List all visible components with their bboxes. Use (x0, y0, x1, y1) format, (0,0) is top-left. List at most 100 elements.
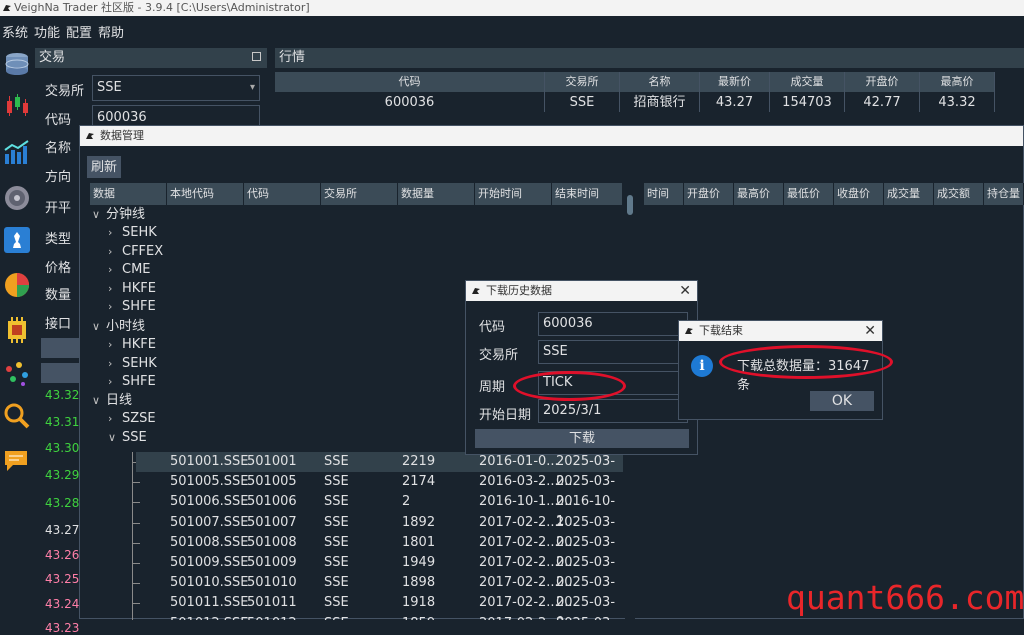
tree-child-label: HKFE (122, 280, 156, 296)
send-order-button[interactable] (41, 338, 81, 358)
market-cell[interactable]: 154703 (770, 92, 845, 112)
download-button[interactable]: 下载 (475, 429, 689, 448)
chevron-right-icon[interactable]: › (108, 336, 122, 354)
chevron-right-icon[interactable]: › (108, 261, 122, 279)
chip-icon[interactable] (3, 316, 31, 344)
chevron-down-icon[interactable]: ∨ (92, 392, 106, 410)
market-cell[interactable]: 42.77 (845, 92, 920, 112)
chevron-down-icon[interactable]: ∨ (108, 429, 122, 447)
market-col-header[interactable]: 最新价 (700, 72, 770, 92)
table-cell: SSE (324, 514, 349, 530)
refresh-button[interactable]: 刷新 (87, 156, 122, 178)
scroll-thumb[interactable] (627, 195, 633, 215)
market-col-header[interactable]: 开盘价 (845, 72, 920, 92)
search-icon[interactable] (3, 402, 31, 430)
chevron-down-icon[interactable]: ∨ (92, 206, 106, 224)
label-name: 名称 (45, 141, 72, 156)
detail-col-header[interactable]: 成交量 (884, 183, 934, 205)
menu-system[interactable]: 系统 (2, 26, 28, 41)
tree-child[interactable]: › SHFE (108, 373, 156, 391)
close-icon[interactable]: ✕ (864, 321, 876, 341)
tree-group[interactable]: ∨ 分钟线 (92, 206, 145, 224)
market-col-header[interactable]: 交易所 (545, 72, 620, 92)
dl-symbol-input[interactable]: 600036 (538, 312, 688, 336)
menu-help[interactable]: 帮助 (98, 26, 124, 41)
detail-col-header[interactable]: 最低价 (784, 183, 834, 205)
tree-connector (132, 452, 133, 620)
tree-col-header[interactable]: 开始时间 (475, 183, 552, 205)
tree-group[interactable]: ∨ 日线 (92, 392, 132, 410)
chess-icon[interactable] (3, 226, 31, 254)
market-cell[interactable]: 43.27 (700, 92, 770, 112)
tree-child[interactable]: › HKFE (108, 280, 156, 298)
close-icon[interactable]: ✕ (679, 281, 691, 301)
cancel-all-button[interactable] (41, 363, 81, 383)
table-row[interactable]: 501011.SSE 501011 SSE 1918 2017-02-2... 2025-… (136, 593, 623, 620)
table-row[interactable]: 501007.SSE 501007 SSE 1892 2017-02-2... 2025-… (136, 513, 623, 550)
table-row[interactable]: 501006.SSE 501006 SSE 2 2016-10-1... 2016-10-… (136, 492, 623, 529)
tree-child[interactable]: › SEHK (108, 355, 157, 373)
tree-col-header[interactable]: 数据量 (398, 183, 475, 205)
tree-child[interactable]: › HKFE (108, 336, 156, 354)
chevron-right-icon[interactable]: › (108, 373, 122, 391)
chevron-right-icon[interactable]: › (108, 280, 122, 298)
detail-col-header[interactable]: 成交额 (934, 183, 984, 205)
database-icon[interactable] (3, 51, 31, 79)
market-col-header[interactable]: 名称 (620, 72, 700, 92)
tree-col-header[interactable]: 数据 (90, 183, 167, 205)
market-cell[interactable]: 招商银行 (620, 92, 700, 112)
menu-config[interactable]: 配置 (66, 26, 92, 41)
table-cell: 501005 (247, 474, 297, 490)
tree-col-header[interactable]: 本地代码 (167, 183, 244, 205)
market-col-header[interactable]: 最高价 (920, 72, 995, 92)
chat-icon[interactable] (3, 447, 31, 475)
market-cell[interactable]: SSE (545, 92, 620, 112)
table-row[interactable]: 501001.SSE 501001 SSE 2219 2016-01-0... 2025-… (136, 452, 623, 489)
disk-icon[interactable] (3, 184, 31, 212)
tree-col-header[interactable]: 交易所 (321, 183, 398, 205)
table-row[interactable]: 501012.SSE501012 SSE 1859 2017-02-2...2025-… (136, 614, 623, 620)
dl-start-date-input[interactable]: 2025/3/1 (538, 399, 688, 423)
menu-bar: 系统 功能 配置 帮助 (0, 22, 1024, 46)
tree-group[interactable]: ∨ 小时线 (92, 318, 145, 336)
tree-child[interactable]: › SHFE (108, 298, 156, 316)
chevron-down-icon[interactable]: ∨ (92, 318, 106, 336)
tree-child[interactable]: › SEHK (108, 224, 157, 242)
dots-icon[interactable] (3, 359, 31, 387)
chart-icon[interactable] (3, 138, 31, 166)
market-cell[interactable]: 600036 (275, 92, 545, 112)
detail-col-header[interactable]: 收盘价 (834, 183, 884, 205)
detail-col-header[interactable]: 时间 (644, 183, 684, 205)
chevron-right-icon[interactable]: › (108, 243, 122, 261)
chevron-right-icon[interactable]: › (108, 224, 122, 242)
chevron-right-icon[interactable]: › (108, 298, 122, 316)
tree-col-header[interactable]: 结束时间 (552, 183, 623, 205)
dl-exchange-select[interactable]: SSE (538, 340, 688, 364)
tree-child[interactable]: ∨ SSE (108, 429, 147, 447)
detail-col-header[interactable]: 开盘价 (684, 183, 734, 205)
table-row[interactable]: 501005.SSE 501005 SSE 2174 2016-03-2... 2025-… (136, 472, 623, 509)
detail-col-header[interactable]: 最高价 (734, 183, 784, 205)
float-icon[interactable] (252, 52, 261, 61)
table-cell: 501011.SSE (170, 595, 249, 611)
market-col-header[interactable]: 成交量 (770, 72, 845, 92)
table-row[interactable]: 501008.SSE 501008 SSE 1801 2017-02-2... 2025-… (136, 533, 623, 570)
tree-child[interactable]: › SZSE (108, 410, 156, 428)
exchange-select[interactable]: SSE ▾ (92, 75, 260, 101)
market-cell[interactable]: 43.32 (920, 92, 995, 112)
market-col-header[interactable]: 代码 (275, 72, 545, 92)
tree-child[interactable]: › CME (108, 261, 151, 279)
pie-chart-icon[interactable] (3, 271, 31, 299)
ok-button[interactable]: OK (810, 391, 874, 411)
detail-col-header[interactable]: 持仓量 (984, 183, 1024, 205)
info-icon: i (691, 355, 713, 377)
menu-function[interactable]: 功能 (34, 26, 60, 41)
chevron-right-icon[interactable]: › (108, 410, 122, 428)
table-row[interactable]: 501010.SSE 501010 SSE 1898 2017-02-2... 2025-… (136, 573, 623, 610)
chevron-right-icon[interactable]: › (108, 355, 122, 373)
depth-price: 43.32 (45, 388, 80, 402)
tree-col-header[interactable]: 代码 (244, 183, 321, 205)
candlestick-icon[interactable] (3, 91, 31, 119)
table-row[interactable]: 501009.SSE 501009 SSE 1949 2017-02-2... 2025-… (136, 553, 623, 590)
tree-child[interactable]: › CFFEX (108, 243, 163, 261)
